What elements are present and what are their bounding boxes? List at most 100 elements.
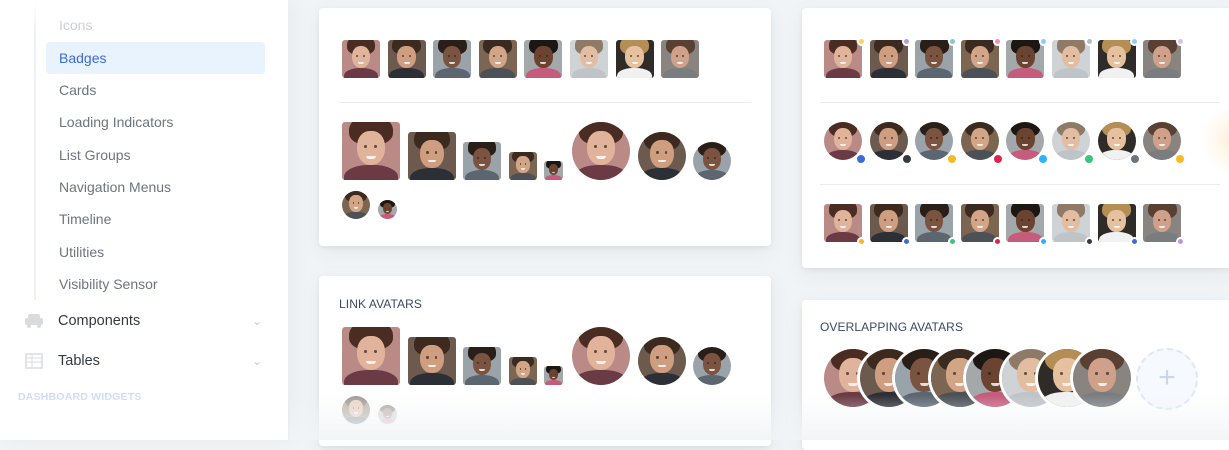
avatar (570, 40, 608, 78)
avatar (463, 142, 501, 180)
avatar (824, 122, 867, 165)
avatar (342, 122, 400, 180)
card-title: LINK AVATARS (339, 297, 423, 311)
sidebar-item-list-groups[interactable]: List Groups (46, 139, 265, 171)
status-badge (902, 236, 912, 246)
avatar (661, 40, 700, 78)
fade-overlay (1196, 110, 1229, 170)
avatar (1052, 122, 1095, 165)
avatar (408, 132, 456, 180)
status-badge (1175, 236, 1185, 246)
avatar (960, 36, 1003, 78)
avatar[interactable] (509, 357, 537, 385)
avatar (433, 40, 472, 78)
sidebar-item-loading-indicators[interactable]: Loading Indicators (46, 106, 265, 138)
avatar[interactable] (378, 405, 397, 424)
avatar (387, 40, 426, 78)
avatar[interactable] (638, 337, 686, 385)
status-badge (1084, 36, 1094, 46)
fade-overlay (0, 380, 288, 440)
status-badge (856, 236, 866, 246)
avatar (1097, 204, 1140, 246)
sidebar-group-label: Tables (58, 353, 100, 369)
sidebar-group-components[interactable]: Components ⌄ (22, 304, 262, 338)
avatar (824, 204, 866, 246)
avatar (869, 122, 913, 165)
divider (820, 184, 1220, 185)
avatar (960, 204, 1003, 246)
status-badge (993, 36, 1003, 46)
avatar[interactable] (463, 347, 501, 385)
avatar (1143, 122, 1187, 165)
status-badge (1038, 236, 1048, 246)
status-badge (947, 36, 957, 46)
avatar (915, 204, 957, 246)
avatar (1006, 204, 1048, 246)
avatar (1143, 204, 1185, 246)
status-badge (947, 236, 957, 246)
avatar (824, 36, 866, 78)
status-badge (1130, 236, 1140, 246)
avatar (544, 161, 563, 180)
status-badge (902, 36, 912, 46)
avatar (342, 40, 380, 78)
avatar (1006, 36, 1048, 78)
avatar (869, 36, 912, 78)
avatar (478, 40, 517, 78)
fade-overlay (0, 0, 288, 30)
status-badge (855, 153, 867, 165)
divider (820, 102, 1220, 103)
sidebar-group-label: Components (58, 313, 141, 329)
avatar (615, 40, 654, 78)
avatar[interactable] (408, 337, 456, 385)
card-title: OVERLAPPING AVATARS (820, 320, 964, 334)
avatar (1052, 204, 1094, 246)
sidebar-item-cards[interactable]: Cards (46, 74, 265, 106)
nav-tree-line (34, 0, 36, 300)
avatar (1006, 122, 1050, 165)
chevron-down-icon: ⌄ (251, 314, 262, 328)
avatar (915, 122, 959, 165)
status-badge (993, 236, 1003, 246)
sidebar-item-timeline[interactable]: Timeline (46, 203, 265, 235)
car-icon (25, 314, 43, 328)
avatar[interactable] (342, 396, 370, 424)
sidebar: Icons Badges Cards Loading Indicators Li… (0, 0, 288, 440)
avatar (524, 40, 563, 78)
status-badge (1130, 36, 1140, 46)
avatar (1052, 36, 1094, 78)
avatar[interactable] (572, 327, 630, 385)
sidebar-item-navigation-menus[interactable]: Navigation Menus (46, 171, 265, 203)
avatar (1097, 36, 1140, 78)
status-badge (900, 153, 913, 165)
avatar (572, 122, 630, 180)
status-badge (1083, 153, 1095, 165)
status-badge (1084, 236, 1094, 246)
avatar[interactable] (544, 366, 563, 385)
avatar (1097, 122, 1141, 165)
avatar (342, 191, 370, 219)
avatar (509, 152, 537, 180)
sidebar-item-visibility-sensor[interactable]: Visibility Sensor (46, 268, 265, 300)
status-badge (1128, 153, 1141, 165)
status-badge (1175, 36, 1185, 46)
chevron-down-icon: ⌄ (251, 354, 262, 368)
status-badge (856, 36, 866, 46)
sidebar-item-utilities[interactable]: Utilities (46, 236, 265, 268)
avatar (638, 132, 686, 180)
status-badge (1038, 36, 1048, 46)
avatar (378, 200, 397, 219)
avatar (1143, 36, 1185, 78)
divider (339, 102, 751, 103)
sidebar-group-tables[interactable]: Tables ⌄ (22, 344, 262, 378)
avatar[interactable] (342, 327, 400, 385)
add-avatar-button[interactable]: + (1136, 348, 1198, 410)
avatar (693, 142, 731, 180)
avatar[interactable] (693, 347, 731, 385)
avatar (960, 122, 1004, 165)
sidebar-section-heading: DASHBOARD WIDGETS (18, 391, 142, 403)
status-badge (991, 153, 1004, 165)
sidebar-item-badges[interactable]: Badges (46, 42, 265, 74)
table-icon (25, 353, 43, 369)
avatar (915, 36, 957, 78)
